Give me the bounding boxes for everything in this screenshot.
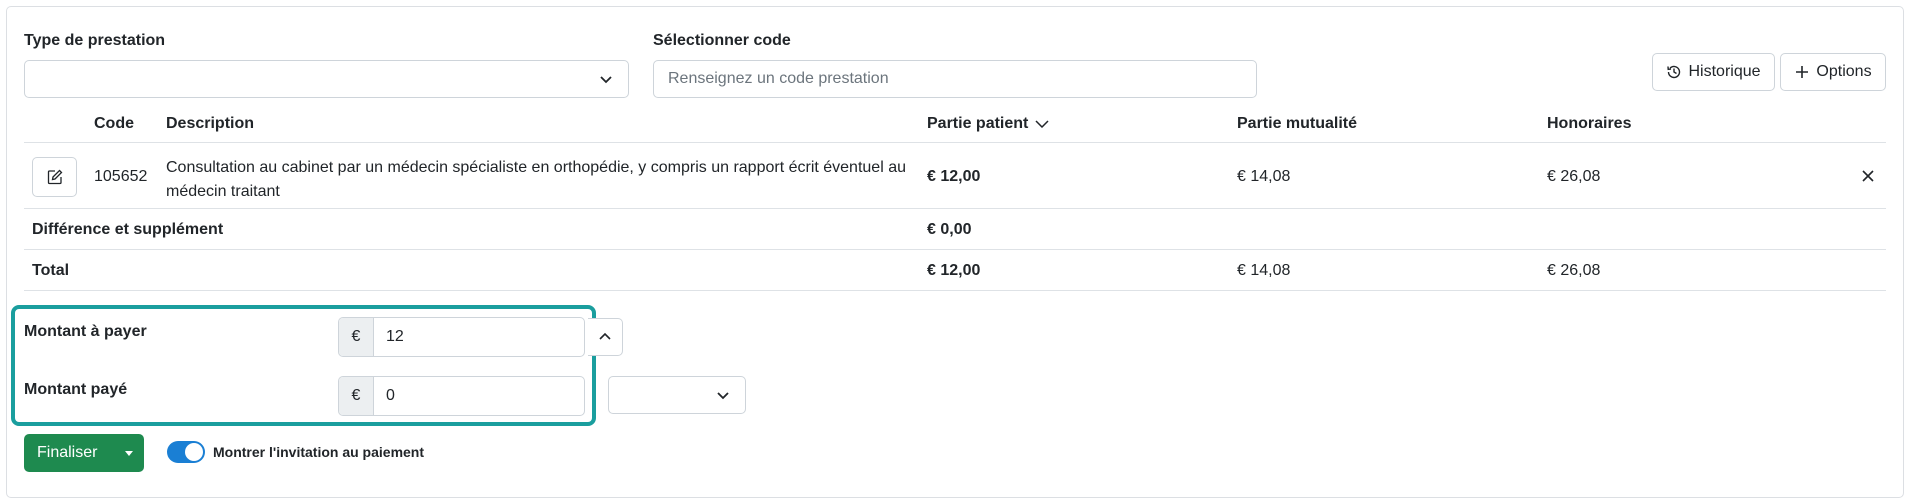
- history-icon: [1667, 65, 1681, 79]
- header-divider: [24, 142, 1886, 143]
- montant-a-payer-toggle-button[interactable]: [588, 318, 623, 356]
- row-honoraires: € 26,08: [1547, 168, 1601, 185]
- montant-a-payer-input[interactable]: € 12: [338, 317, 585, 357]
- options-label: Options: [1816, 63, 1872, 80]
- options-button[interactable]: Options: [1780, 53, 1886, 91]
- montant-paye-input[interactable]: € 0: [338, 376, 585, 416]
- edit-row-button[interactable]: [32, 157, 77, 197]
- plus-icon: [1796, 66, 1809, 78]
- historique-label: Historique: [1688, 63, 1761, 80]
- total-partie-mutualite: € 14,08: [1237, 262, 1291, 279]
- sort-chevron-icon: [1035, 120, 1049, 129]
- close-icon: [1862, 170, 1874, 182]
- difference-divider: [24, 249, 1886, 250]
- header-honoraires: Honoraires: [1547, 115, 1632, 132]
- montant-paye-value: 0: [386, 387, 395, 404]
- code-prestation-input[interactable]: Renseignez un code prestation: [653, 60, 1257, 98]
- difference-label: Différence et supplément: [32, 221, 224, 238]
- row-partie-mutualite: € 14,08: [1237, 168, 1291, 185]
- row-description-line2: médecin traitant: [166, 183, 280, 200]
- header-description: Description: [166, 115, 255, 132]
- row-code: 105652: [94, 168, 148, 185]
- chevron-up-icon: [599, 332, 611, 340]
- caret-down-icon: [125, 451, 133, 456]
- historique-button[interactable]: Historique: [1652, 53, 1775, 91]
- header-partie-patient-label: Partie patient: [927, 115, 1029, 132]
- chevron-down-icon: [717, 392, 729, 400]
- payment-invitation-label: Montrer l'invitation au paiement: [213, 444, 425, 460]
- finaliser-dropdown-toggle[interactable]: [114, 448, 144, 458]
- row-description: Consultation au cabinet par un médecin s…: [166, 156, 911, 204]
- finaliser-label[interactable]: Finaliser: [24, 444, 114, 462]
- finaliser-split-button[interactable]: Finaliser: [24, 434, 144, 472]
- type-prestation-label: Type de prestation: [24, 32, 166, 49]
- code-label: Sélectionner code: [653, 32, 791, 49]
- payment-method-select[interactable]: [608, 376, 746, 414]
- montant-a-payer-value: 12: [386, 328, 404, 345]
- difference-partie-patient: € 0,00: [927, 221, 972, 238]
- total-label: Total: [32, 262, 70, 279]
- edit-icon: [47, 169, 62, 185]
- total-honoraires: € 26,08: [1547, 262, 1601, 279]
- type-prestation-select[interactable]: [24, 60, 629, 98]
- row-description-line1: Consultation au cabinet par un médecin s…: [166, 159, 906, 176]
- montant-a-payer-label: Montant à payer: [24, 323, 147, 340]
- header-code: Code: [94, 115, 134, 132]
- payment-invitation-toggle[interactable]: [167, 441, 205, 463]
- header-partie-patient[interactable]: Partie patient: [927, 115, 1050, 133]
- montant-paye-currency: €: [339, 377, 374, 415]
- row-divider: [24, 208, 1886, 209]
- code-prestation-placeholder: Renseignez un code prestation: [668, 70, 889, 87]
- header-partie-mutualite: Partie mutualité: [1237, 115, 1358, 132]
- total-divider: [24, 290, 1886, 291]
- montant-a-payer-currency: €: [339, 318, 374, 356]
- total-partie-patient: € 12,00: [927, 262, 981, 279]
- remove-row-button[interactable]: [1858, 166, 1878, 186]
- toggle-knob: [185, 443, 203, 461]
- chevron-down-icon: [600, 76, 612, 84]
- row-partie-patient: € 12,00: [927, 168, 981, 185]
- montant-paye-label: Montant payé: [24, 381, 128, 398]
